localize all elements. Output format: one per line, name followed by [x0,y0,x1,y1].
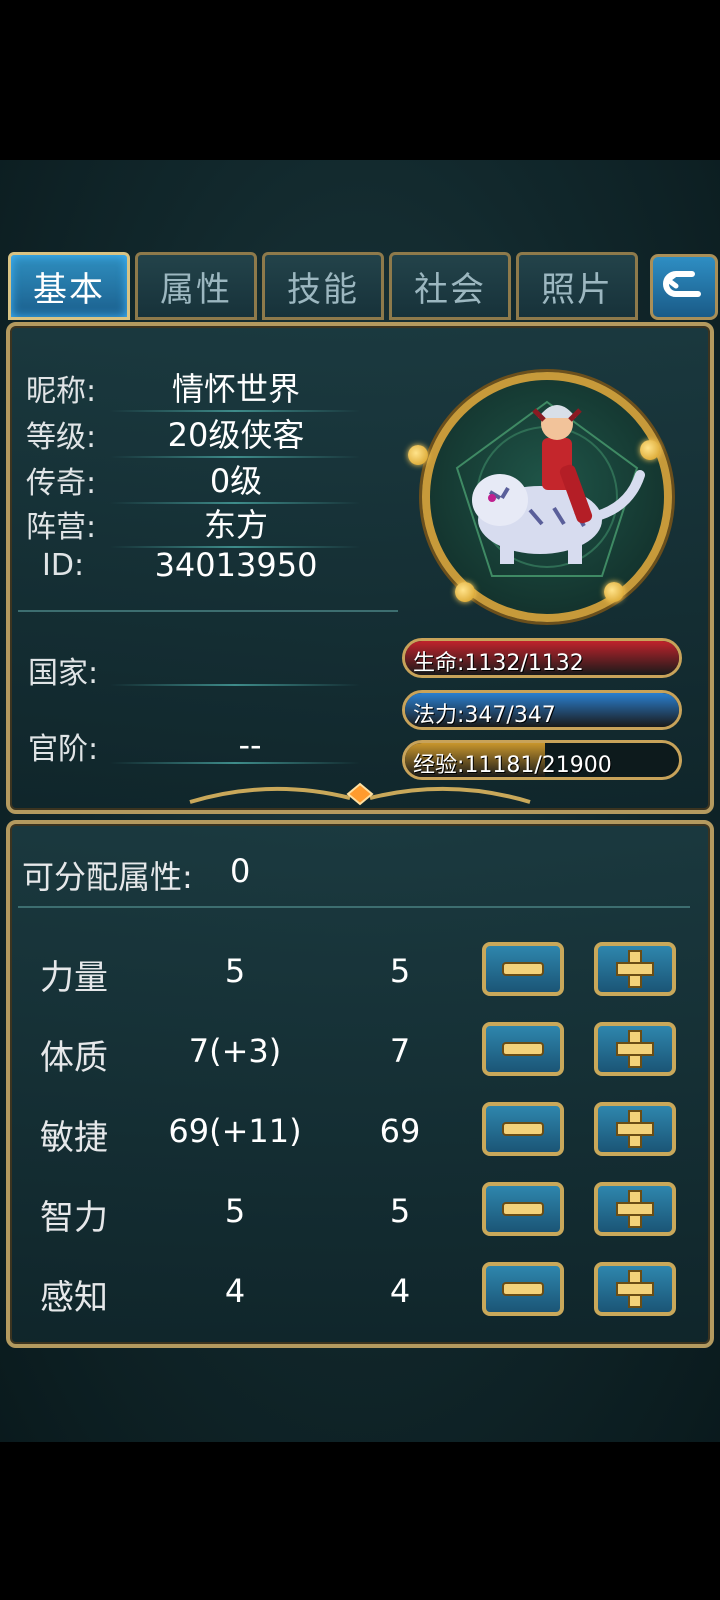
stat-total: 5 [224,952,246,990]
back-button[interactable] [650,254,718,320]
pentagram-icon [455,400,645,577]
stat-name: 力量 [40,958,108,998]
stat-total: 4 [224,1272,246,1310]
decrease-constitution-button[interactable] [482,1022,564,1076]
tab-social[interactable]: 社会 [389,252,511,320]
stats-divider [18,906,690,908]
level-label: 等级: [26,420,97,455]
mp-bar-text: 法力:347/347 [413,703,556,728]
stat-total: 5 [224,1192,246,1230]
exp-bar-text: 经验:11181/21900 [413,753,612,778]
camp-label: 阵营: [26,510,97,545]
stat-base: 7 [389,1032,411,1070]
panel-ornament [189,782,531,806]
plus-icon [618,1112,652,1146]
id-label: ID: [42,548,85,583]
portrait-orb [604,582,624,602]
points-value: 0 [230,852,251,890]
level-value: 20级侠客 [167,416,305,454]
decrease-agility-button[interactable] [482,1102,564,1156]
increase-agility-button[interactable] [594,1102,676,1156]
legend-label: 传奇: [26,466,97,501]
country-label: 国家: [28,656,99,691]
decrease-intelligence-button[interactable] [482,1182,564,1236]
plus-icon [618,952,652,986]
points-label: 可分配属性: [22,858,193,896]
stat-name: 敏捷 [40,1118,108,1158]
stat-name: 感知 [40,1278,108,1318]
tab-skills[interactable]: 技能 [262,252,384,320]
stat-base: 5 [389,1192,411,1230]
tab-attributes[interactable]: 属性 [135,252,257,320]
plus-icon [618,1032,652,1066]
minus-icon [504,964,542,974]
portrait-orb [455,582,475,602]
minus-icon [504,1044,542,1054]
plus-icon [618,1192,652,1226]
nickname-label: 昵称: [26,374,97,409]
mp-bar: 法力:347/347 [402,690,682,730]
hp-bar: 生命:1132/1132 [402,638,682,678]
legend-value: 0级 [209,462,263,500]
increase-strength-button[interactable] [594,942,676,996]
exp-bar: 经验:11181/21900 [402,740,682,780]
nickname-value: 情怀世界 [171,370,300,408]
stat-total: 7(+3) [188,1032,282,1070]
stat-total: 69(+11) [168,1112,302,1150]
rank-underline [110,762,360,764]
increase-intelligence-button[interactable] [594,1182,676,1236]
tab-basic[interactable]: 基本 [8,252,130,320]
stat-base: 4 [389,1272,411,1310]
tab-photos[interactable]: 照片 [516,252,638,320]
rank-label: 官阶: [28,732,99,767]
hp-bar-text: 生命:1132/1132 [413,651,584,676]
country-underline [110,684,360,686]
stat-name: 体质 [40,1038,108,1078]
minus-icon [504,1124,542,1134]
stat-base: 69 [379,1112,421,1150]
plus-icon [618,1272,652,1306]
decrease-strength-button[interactable] [482,942,564,996]
portrait-orb [640,440,660,460]
increase-perception-button[interactable] [594,1262,676,1316]
id-value: 34013950 [154,546,318,584]
rank-value: -- [238,726,262,764]
camp-value: 东方 [203,506,268,544]
stat-base: 5 [389,952,411,990]
decrease-perception-button[interactable] [482,1262,564,1316]
minus-icon [504,1204,542,1214]
portrait-orb [408,445,428,465]
minus-icon [504,1284,542,1294]
back-arrow-icon [663,271,701,297]
info-divider [18,610,398,612]
stat-name: 智力 [40,1198,108,1238]
increase-constitution-button[interactable] [594,1022,676,1076]
